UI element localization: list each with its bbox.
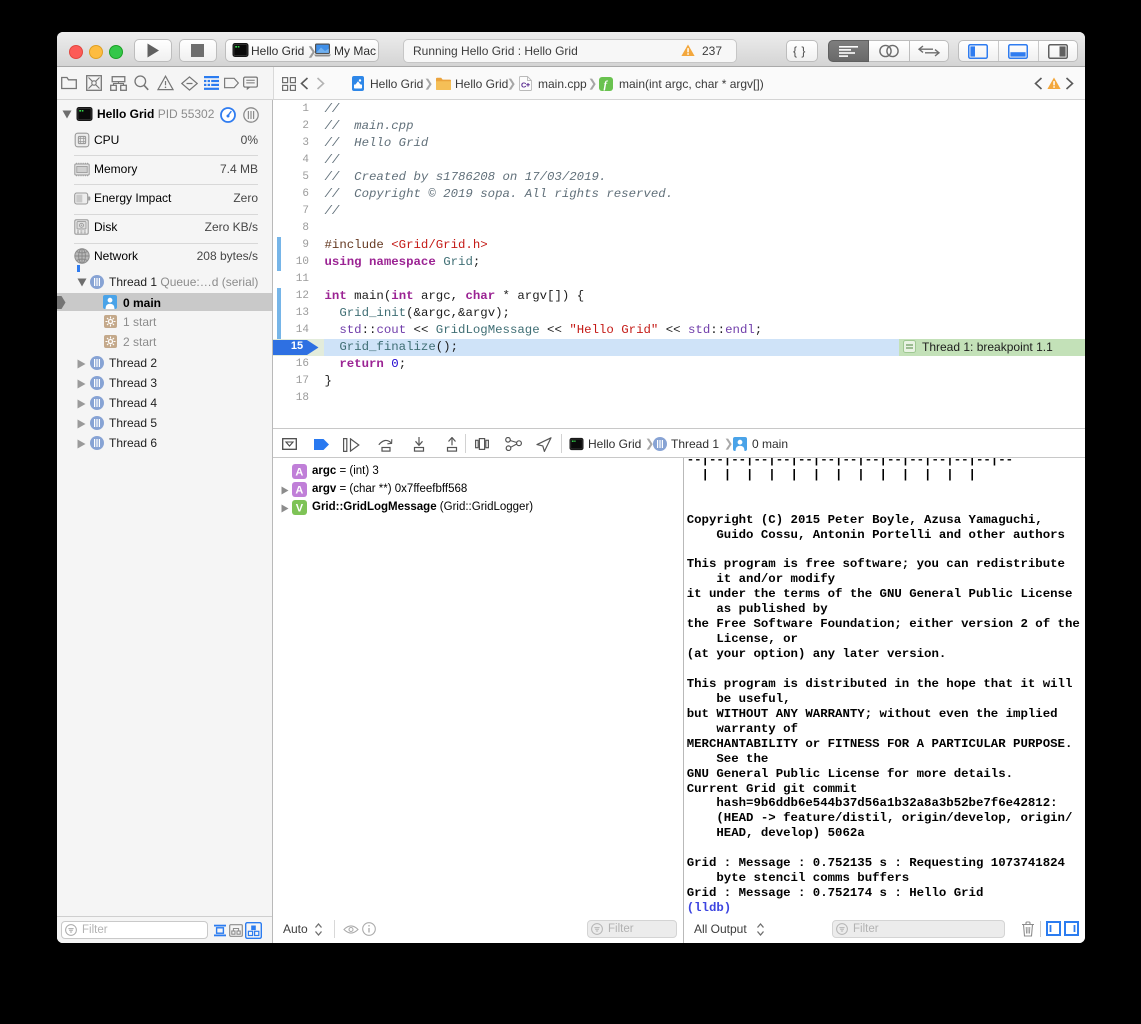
svg-text:V: V [296, 502, 304, 514]
svg-text:A: A [295, 466, 303, 478]
svg-text:C: C [521, 81, 527, 90]
svg-text:A: A [295, 484, 303, 496]
